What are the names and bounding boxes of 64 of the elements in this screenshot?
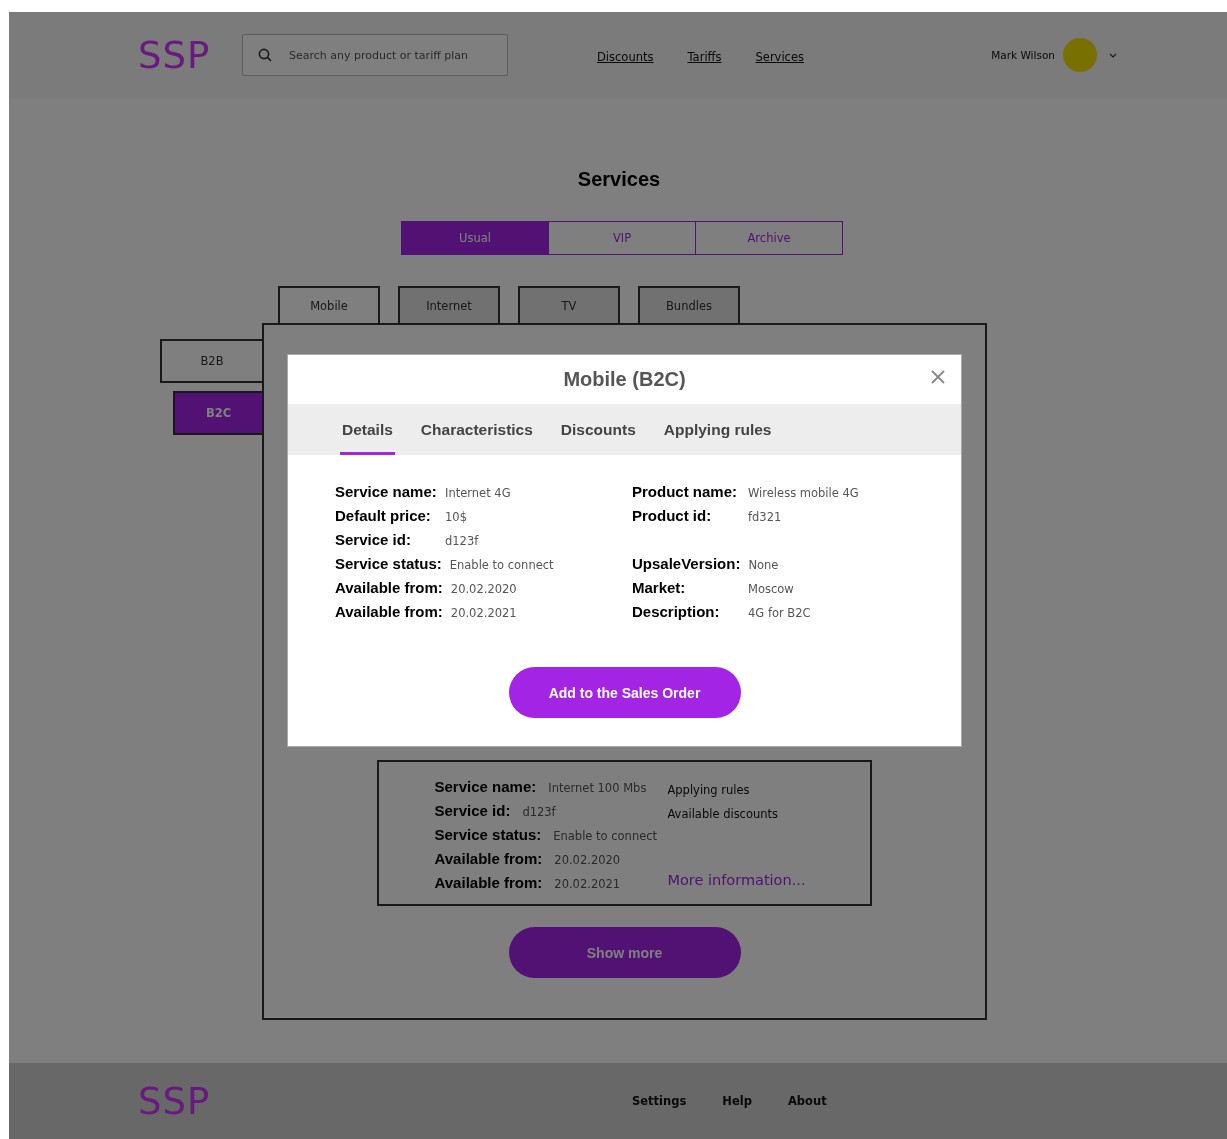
modal-tab[interactable]: Applying rules — [661, 404, 774, 455]
field-value: 20.02.2020 — [450, 582, 517, 596]
field-value: Wireless mobile 4G — [748, 486, 859, 500]
more-information-link[interactable]: More information... — [667, 872, 806, 888]
field-value: d123f — [522, 805, 556, 819]
field-value: fd321 — [748, 510, 782, 524]
field-label: Market: — [632, 579, 687, 596]
card-link[interactable]: Available discounts — [667, 802, 806, 826]
nav-link[interactable]: Tariffs — [687, 50, 722, 64]
footer-link[interactable]: Settings — [632, 1094, 687, 1108]
customer-type-tab[interactable]: B2C — [173, 391, 262, 435]
logo[interactable]: SSP — [138, 33, 242, 77]
category-tab[interactable]: TV — [518, 286, 620, 323]
field-value: Enable to connect — [553, 829, 658, 843]
show-more-button[interactable]: Show more — [508, 927, 741, 978]
modal-title: Mobile (B2C) — [563, 368, 686, 391]
field-value: d123f — [445, 534, 479, 548]
field-label: Service status: — [434, 826, 542, 843]
field-label: Product name: — [632, 483, 738, 500]
field-value: 20.02.2020 — [554, 853, 621, 867]
segment-tab[interactable]: Archive — [695, 221, 843, 255]
search-field[interactable]: Search any product or tariff plan — [242, 34, 508, 76]
nav-link[interactable]: Discounts — [597, 50, 654, 64]
field-value: Moscow — [748, 582, 794, 596]
field-label: Service id: — [335, 531, 412, 548]
user-name: Mark Wilson — [991, 49, 1055, 61]
field-value: Enable to connect — [449, 558, 554, 572]
add-to-sales-order-button[interactable]: Add to the Sales Order — [508, 667, 741, 718]
search-icon — [258, 48, 272, 62]
segment-tab[interactable]: Usual — [401, 221, 549, 255]
field-label: Available from: — [434, 874, 543, 891]
field-value: 10$ — [445, 510, 467, 524]
modal-tab[interactable]: Details — [340, 404, 395, 455]
chevron-down-icon[interactable] — [1109, 52, 1117, 58]
field-label: UpsaleVersion: — [632, 555, 742, 572]
field-label: Available from: — [335, 579, 444, 596]
field-value: Internet 4G — [445, 486, 511, 500]
footer-link[interactable]: About — [787, 1094, 827, 1108]
category-tab[interactable]: Bundles — [638, 286, 740, 323]
modal-tab[interactable]: Characteristics — [418, 404, 535, 455]
field-value: 4G for B2C — [748, 606, 811, 620]
nav-link[interactable]: Services — [755, 50, 804, 64]
card-link[interactable]: Applying rules — [667, 778, 806, 802]
customer-type-tab[interactable]: B2B — [160, 339, 262, 383]
field-label: Service status: — [335, 555, 443, 572]
field-label: Service id: — [434, 802, 511, 819]
field-label: Description: — [632, 603, 721, 620]
category-tab[interactable]: Internet — [398, 286, 500, 323]
field-label: Service name: — [335, 483, 438, 500]
field-value: Internet 100 Mbs — [548, 781, 647, 795]
field-value: 20.02.2021 — [554, 877, 621, 891]
footer-link[interactable]: Help — [722, 1094, 752, 1108]
field-label: Available from: — [434, 850, 543, 867]
segment-tab[interactable]: VIP — [548, 221, 696, 255]
field-value: None — [748, 558, 779, 572]
field-label: Service name: — [434, 778, 537, 795]
page-title: Services — [577, 168, 661, 191]
field-label: Default price: — [335, 507, 432, 524]
field-value: 20.02.2021 — [450, 606, 517, 620]
category-tab[interactable]: Mobile — [278, 286, 380, 323]
close-button[interactable] — [929, 368, 947, 386]
field-label: Available from: — [335, 603, 444, 620]
field-label: Product id: — [632, 507, 713, 524]
modal-tab[interactable]: Discounts — [558, 404, 638, 455]
